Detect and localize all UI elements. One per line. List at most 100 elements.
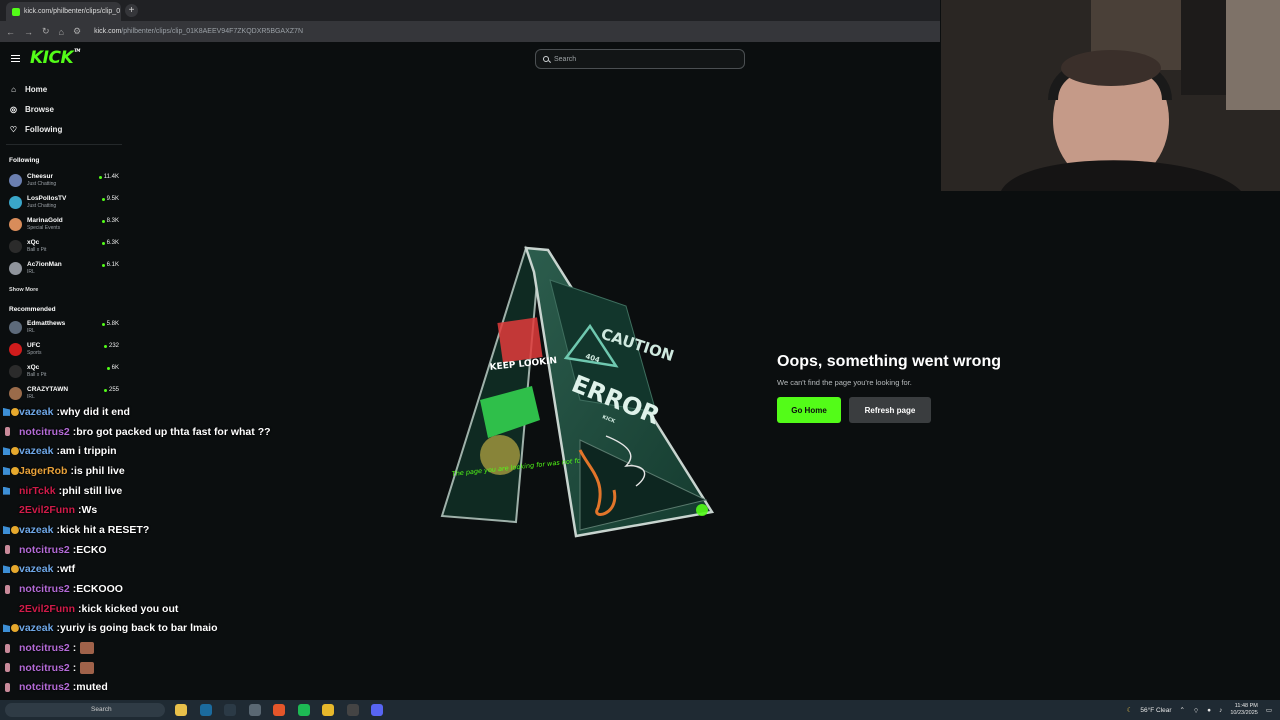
avatar	[9, 240, 22, 253]
chat-message: vazeak: wtf	[0, 560, 400, 580]
notification-icon[interactable]: ▭	[1266, 706, 1272, 714]
bottle-badge-icon	[5, 663, 10, 673]
chat-username[interactable]: vazeak	[19, 622, 53, 634]
channel-category: IRL	[27, 394, 35, 400]
chat-username[interactable]: vazeak	[19, 406, 53, 418]
channel-item[interactable]: Cheesur Just Chatting 11.4K	[0, 170, 125, 192]
url-path: /philbenter/clips/clip_01K8AEEV94F7ZKQDX…	[121, 28, 303, 35]
steam-icon[interactable]	[199, 704, 212, 716]
home-icon[interactable]: ⌂	[59, 27, 64, 37]
subscriber-badge-icon	[11, 407, 19, 416]
chat-username[interactable]: vazeak	[19, 563, 53, 575]
channel-item[interactable]: MarinaGold Special Events 8.3K	[0, 214, 125, 236]
file-explorer-icon[interactable]	[175, 704, 187, 716]
chat-text: wtf	[59, 563, 76, 576]
emote-icon	[80, 642, 95, 655]
chat-text: yuriy is going back to bar lmaio	[59, 622, 218, 635]
kick-logo[interactable]: KICKTM	[30, 48, 80, 68]
chat-message: notcitrus2: bro got packed up thta fast …	[0, 422, 400, 442]
address-bar: ← → ↻ ⌂ ⚙ kick.com/philbenter/clips/clip…	[0, 21, 940, 42]
chat-username[interactable]: notcitrus2	[19, 681, 70, 693]
back-arrow-icon[interactable]: ←	[6, 27, 15, 37]
channel-item[interactable]: xQc Ball x Pit 6K	[0, 361, 125, 383]
site-info-icon[interactable]: ⚙	[73, 26, 81, 37]
chat-username[interactable]: notcitrus2	[19, 662, 70, 674]
channel-name: xQc	[27, 239, 40, 246]
chat-username[interactable]: notcitrus2	[19, 642, 70, 654]
network-icon[interactable]: ⌔	[1193, 706, 1199, 715]
chrome-icon[interactable]	[322, 704, 334, 716]
chat-message: 2Evil2Funn: kick kicked you out	[0, 599, 400, 619]
spotify-icon[interactable]	[297, 704, 310, 716]
error-title: Oops, something went wrong	[777, 353, 1001, 370]
bottle-badge-icon	[5, 545, 10, 555]
obs-icon[interactable]	[346, 704, 359, 716]
chat-username[interactable]: 2Evil2Funn	[19, 603, 75, 615]
channel-category: Ball x Pit	[27, 247, 47, 253]
verified-badge-icon	[3, 525, 10, 534]
channel-name: CRAZYTAWN	[27, 386, 69, 393]
chat-message: JagerRob: is phil live	[0, 461, 400, 481]
chat-badges	[3, 584, 19, 594]
chat-colon: :	[72, 642, 77, 655]
chat-badges	[3, 447, 19, 456]
chat-username[interactable]: notcitrus2	[19, 544, 70, 556]
chat-username[interactable]: notcitrus2	[19, 426, 70, 438]
new-tab-button[interactable]: +	[125, 4, 138, 17]
taskbar-clock[interactable]: 11:48 PM 10/23/2025	[1230, 703, 1258, 717]
reload-icon[interactable]: ↻	[42, 26, 50, 37]
refresh-page-button[interactable]: Refresh page	[849, 397, 931, 423]
volume-icon[interactable]: ♪	[1219, 707, 1222, 714]
chat-username[interactable]: notcitrus2	[19, 583, 70, 595]
sign-left-panel	[440, 245, 540, 524]
chat-message: vazeak: yuriy is going back to bar lmaio	[0, 619, 400, 639]
avatar	[9, 343, 22, 356]
channel-item[interactable]: Edmatthews IRL 5.8K	[0, 317, 125, 339]
forward-arrow-icon[interactable]: →	[24, 27, 33, 37]
channel-item[interactable]: LosPollosTV Just Chatting 9.5K	[0, 192, 125, 214]
divider	[6, 144, 122, 145]
nav-label: Following	[25, 124, 63, 134]
chat-badges	[3, 663, 19, 673]
chat-username[interactable]: 2Evil2Funn	[19, 504, 75, 516]
browser-tab[interactable]: kick.com/philbenter/clips/clip_0 ×	[6, 2, 121, 21]
avatar	[9, 196, 22, 209]
emote-icon	[80, 661, 95, 674]
avatar	[9, 365, 22, 378]
nav-browse[interactable]: ◎ Browse	[0, 99, 125, 119]
brave-icon[interactable]	[273, 704, 285, 716]
chat-username[interactable]: JagerRob	[19, 465, 67, 477]
chat-username[interactable]: nirTckk	[19, 485, 56, 497]
chat-badges	[3, 407, 19, 416]
nav-following[interactable]: ♡ Following	[0, 119, 125, 139]
chat-badges	[3, 525, 19, 534]
chat-badges	[3, 682, 19, 692]
bottle-badge-icon	[5, 682, 10, 692]
chat-username[interactable]: vazeak	[19, 445, 53, 457]
discord-icon[interactable]	[371, 704, 383, 716]
streamlabs-icon[interactable]	[224, 704, 236, 716]
search-input[interactable]: Search	[535, 49, 745, 69]
chat-overlay: vazeak: why did it end notcitrus2: bro go…	[0, 402, 400, 720]
weather-text: 56°F Clear	[1140, 706, 1172, 714]
channel-category: Sports	[27, 350, 42, 356]
channel-item[interactable]: xQc Ball x Pit 6.3K	[0, 236, 125, 258]
url-field[interactable]: kick.com/philbenter/clips/clip_01K8AEEV9…	[94, 28, 303, 35]
chat-colon: :	[72, 661, 77, 674]
tab-title: kick.com/philbenter/clips/clip_0	[24, 8, 121, 15]
heart-icon: ♡	[9, 124, 18, 134]
go-home-button[interactable]: Go Home	[777, 397, 841, 423]
nav-home[interactable]: ⌂ Home	[0, 79, 125, 99]
avatar	[9, 387, 22, 400]
channel-item[interactable]: UFC Sports 232	[0, 339, 125, 361]
chat-badges	[3, 643, 19, 653]
channel-item[interactable]: Ac7ionMan IRL 6.1K	[0, 258, 125, 280]
menu-icon[interactable]	[11, 55, 20, 62]
chat-text: phil still live	[62, 484, 123, 497]
chat-username[interactable]: vazeak	[19, 524, 53, 536]
tray-chevron-icon[interactable]: ⌃	[1180, 706, 1185, 714]
mic-icon[interactable]: ●	[1207, 707, 1211, 714]
show-more-link[interactable]: Show More	[9, 287, 38, 293]
taskbar-search[interactable]: Search	[5, 703, 165, 717]
settings-icon[interactable]	[248, 704, 261, 716]
